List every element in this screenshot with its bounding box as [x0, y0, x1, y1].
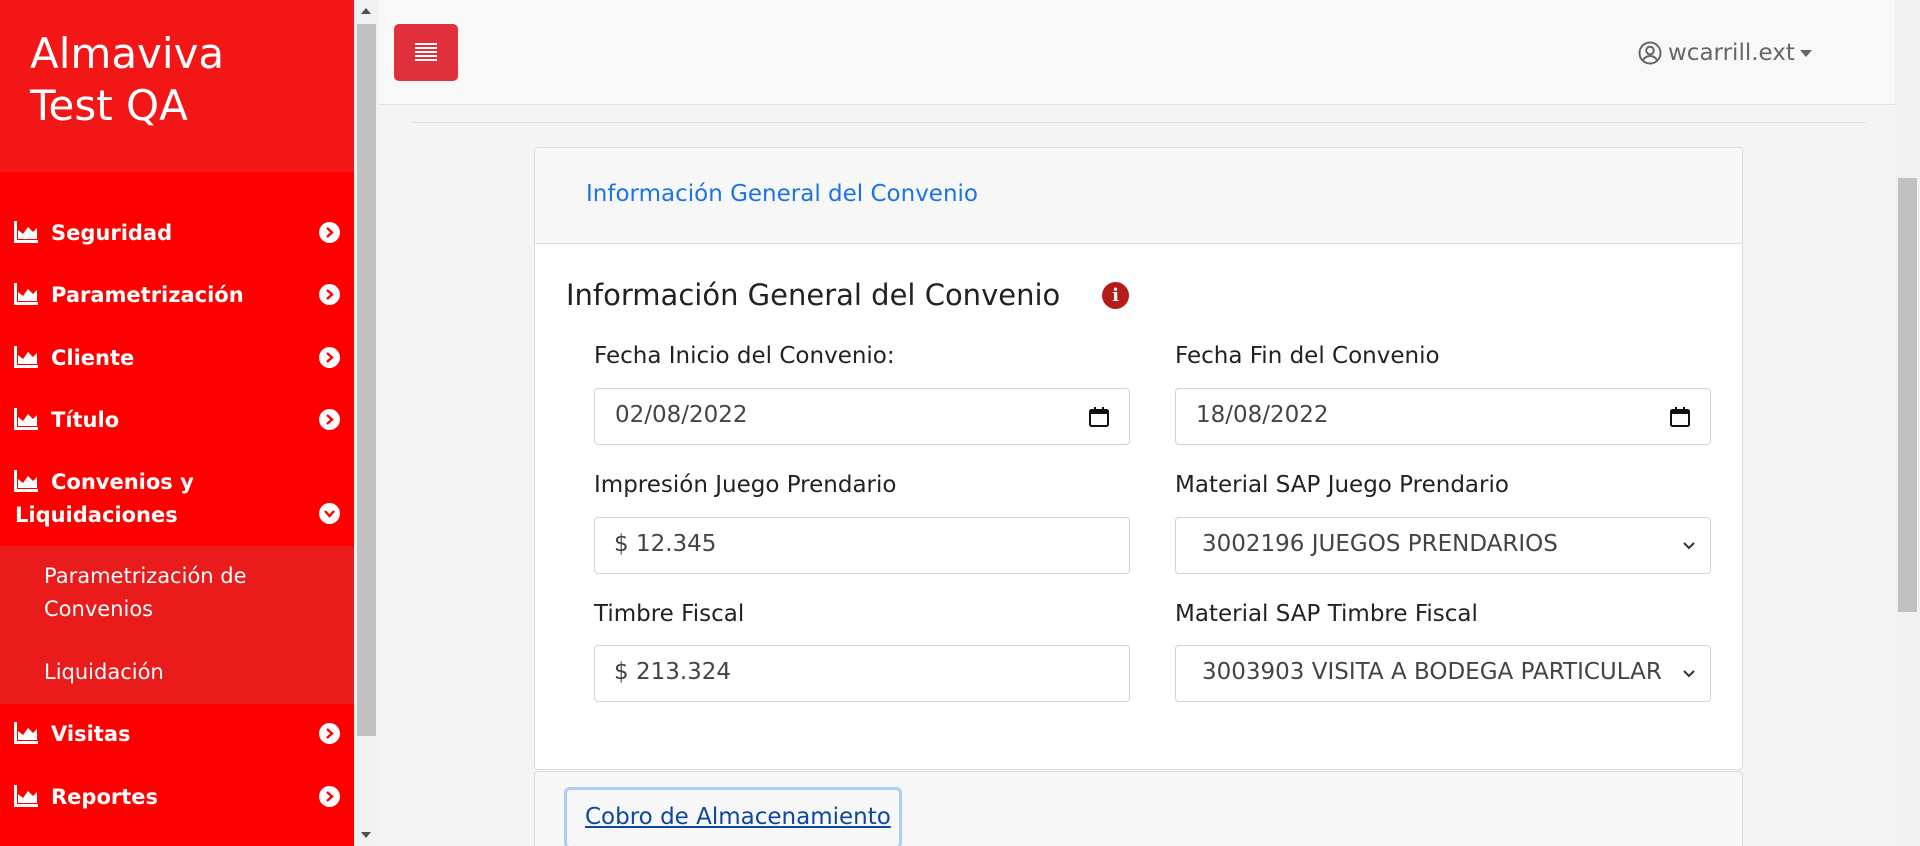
sidebar-item-titulo[interactable]: Título [0, 408, 354, 432]
sidebar-item-convenios[interactable]: Convenios y Liquidaciones [0, 470, 354, 534]
chevron-right-icon [319, 786, 340, 807]
submenu-item-label-line2: Convenios [44, 597, 154, 621]
submenu-item-label-line1: Parametrización de [44, 564, 247, 588]
material-juego-select[interactable]: 3002196 JUEGOS PRENDARIOS [1175, 517, 1711, 574]
chevron-down-icon [1683, 670, 1695, 678]
chart-area-icon [14, 785, 38, 807]
fecha-inicio-value: 02/08/2022 [615, 402, 748, 428]
chevron-right-icon [319, 723, 340, 744]
divider [411, 122, 1866, 123]
submenu-item-liquidacion[interactable]: Liquidación [44, 656, 164, 689]
sidebar-scrollbar-thumb[interactable] [357, 24, 376, 736]
submenu-item-label: Liquidación [44, 660, 164, 684]
username: wcarrill.ext [1668, 40, 1795, 66]
cobro-almacenamiento-button[interactable]: Cobro de Almacenamiento [564, 787, 902, 846]
chart-area-icon [14, 346, 38, 368]
chart-area-icon [14, 722, 38, 744]
sidebar-item-cliente[interactable]: Cliente [0, 346, 354, 370]
sidebar-scrollbar[interactable] [354, 0, 379, 846]
sidebar-item-reportes[interactable]: Reportes [0, 785, 354, 809]
page-scrollbar[interactable] [1895, 0, 1920, 846]
caret-down-icon [1799, 49, 1812, 57]
sidebar-item-label: Parametrización [51, 283, 244, 307]
page-scrollbar-thumb[interactable] [1898, 178, 1917, 612]
material-juego-label: Material SAP Juego Prendario [1175, 472, 1509, 498]
brand-title[interactable]: Almaviva Test QA [30, 28, 324, 132]
impresion-label: Impresión Juego Prendario [594, 472, 897, 498]
sidebar: Almaviva Test QA Seguridad Parametrizaci… [0, 0, 354, 846]
sidebar-item-label: Título [51, 408, 120, 432]
sidebar-item-visitas[interactable]: Visitas [0, 722, 354, 746]
fecha-fin-input[interactable]: 18/08/2022 [1175, 388, 1711, 445]
sidebar-item-label: Visitas [51, 722, 131, 746]
sidebar-item-label: Seguridad [51, 221, 173, 245]
chevron-right-icon [319, 222, 340, 243]
chart-area-icon [14, 408, 38, 430]
chevron-right-icon [319, 347, 340, 368]
brand-line-2: Test QA [30, 81, 188, 130]
sidebar-item-label-line1: Convenios y [51, 470, 194, 494]
sidebar-item-label: Reportes [51, 785, 159, 809]
tab-informacion-general[interactable]: Información General del Convenio [586, 181, 978, 207]
sidebar-item-label-line2: Liquidaciones [15, 503, 178, 527]
fecha-inicio-label: Fecha Inicio del Convenio: [594, 343, 895, 369]
chevron-right-icon [319, 284, 340, 305]
timbre-label: Timbre Fiscal [594, 601, 745, 627]
chevron-down-icon [1683, 542, 1695, 550]
timbre-input[interactable]: $ 213.324 [594, 645, 1130, 702]
info-icon[interactable]: i [1102, 282, 1129, 309]
fecha-fin-value: 18/08/2022 [1196, 402, 1329, 428]
chevron-right-icon [319, 409, 340, 430]
fecha-inicio-input[interactable]: 02/08/2022 [594, 388, 1130, 445]
sidebar-item-seguridad[interactable]: Seguridad [0, 221, 354, 245]
hamburger-icon [415, 43, 437, 61]
sidebar-item-parametrizacion[interactable]: Parametrización [0, 283, 354, 307]
chevron-down-icon [319, 503, 340, 524]
material-juego-value: 3002196 JUEGOS PRENDARIOS [1202, 531, 1558, 557]
brand-line-1: Almaviva [30, 29, 225, 78]
timbre-value: $ 213.324 [614, 659, 732, 685]
menu-toggle-button[interactable] [394, 24, 458, 81]
calendar-icon[interactable] [1670, 407, 1690, 427]
fecha-fin-label: Fecha Fin del Convenio [1175, 343, 1440, 369]
material-timbre-value: 3003903 VISITA A BODEGA PARTICULAR [1202, 659, 1662, 685]
chart-area-icon [14, 470, 38, 492]
chart-area-icon [14, 283, 38, 305]
calendar-icon[interactable] [1089, 407, 1109, 427]
submenu-convenios: Parametrización de Convenios Liquidación [0, 546, 354, 704]
material-timbre-select[interactable]: 3003903 VISITA A BODEGA PARTICULAR [1175, 645, 1711, 702]
card-header: Información General del Convenio [535, 148, 1742, 244]
brand: Almaviva Test QA [0, 0, 354, 172]
topbar: wcarrill.ext [379, 0, 1895, 105]
section-title: Información General del Convenio [566, 278, 1061, 312]
impresion-value: $ 12.345 [614, 531, 717, 557]
user-menu[interactable]: wcarrill.ext [1638, 38, 1812, 68]
convenio-card: Información General del Convenio Informa… [534, 147, 1743, 770]
cobro-card: Cobro de Almacenamiento [534, 771, 1743, 846]
impresion-input[interactable]: $ 12.345 [594, 517, 1130, 574]
scroll-up-arrow-icon[interactable] [361, 8, 371, 14]
sidebar-item-label: Cliente [51, 346, 135, 370]
submenu-item-parametrizacion-convenios[interactable]: Parametrización de Convenios [44, 560, 247, 626]
scroll-down-arrow-icon[interactable] [361, 832, 371, 838]
cobro-almacenamiento-label: Cobro de Almacenamiento [585, 804, 891, 830]
chart-area-icon [14, 221, 38, 243]
user-circle-icon [1638, 41, 1662, 65]
material-timbre-label: Material SAP Timbre Fiscal [1175, 601, 1478, 627]
